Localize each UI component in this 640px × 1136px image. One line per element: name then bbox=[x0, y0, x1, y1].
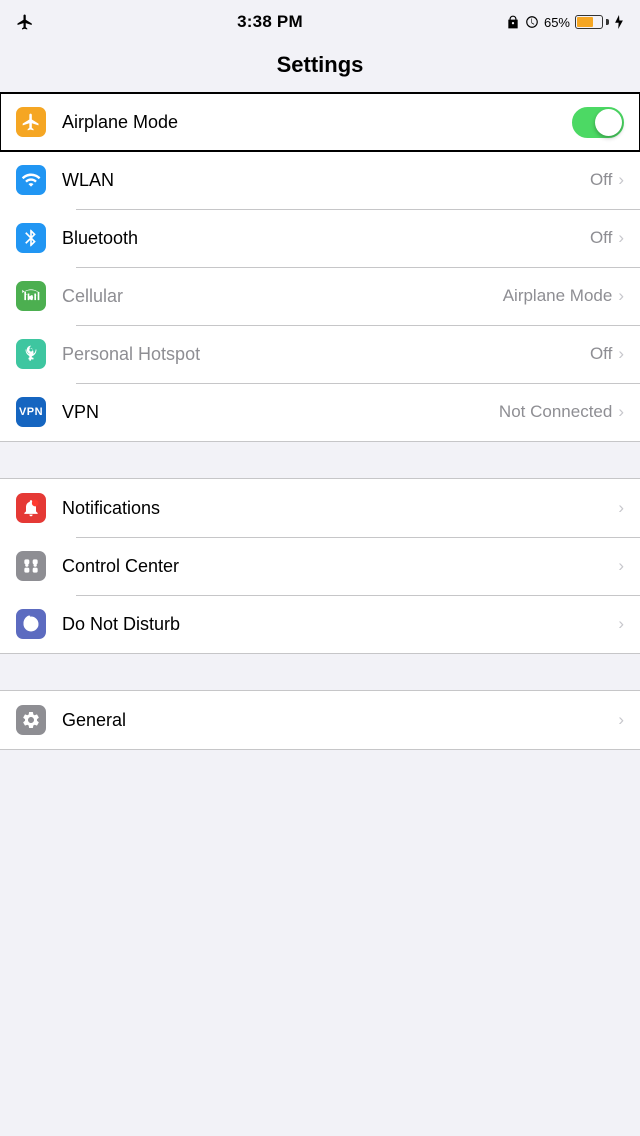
personal-hotspot-label: Personal Hotspot bbox=[62, 344, 590, 365]
bluetooth-icon bbox=[16, 223, 46, 253]
general-group: General › bbox=[0, 690, 640, 750]
personal-hotspot-chevron: › bbox=[618, 344, 624, 364]
group-gap-1 bbox=[0, 442, 640, 478]
notifications-row[interactable]: Notifications › bbox=[0, 479, 640, 537]
cellular-label: Cellular bbox=[62, 286, 503, 307]
cellular-chevron: › bbox=[618, 286, 624, 306]
bluetooth-value: Off bbox=[590, 228, 612, 248]
vpn-row[interactable]: VPN VPN Not Connected › bbox=[0, 383, 640, 441]
general-row[interactable]: General › bbox=[0, 691, 640, 749]
connectivity-group: Airplane Mode WLAN Off › Bluetooth Off › bbox=[0, 92, 640, 442]
vpn-label: VPN bbox=[62, 402, 499, 423]
page-title: Settings bbox=[0, 44, 640, 92]
personal-hotspot-value: Off bbox=[590, 344, 612, 364]
vpn-value: Not Connected bbox=[499, 402, 612, 422]
battery-tip bbox=[606, 19, 609, 25]
notifications-label: Notifications bbox=[62, 498, 618, 519]
cellular-row[interactable]: Cellular Airplane Mode › bbox=[0, 267, 640, 325]
do-not-disturb-icon bbox=[16, 609, 46, 639]
control-center-icon bbox=[16, 551, 46, 581]
airplane-mode-toggle[interactable] bbox=[572, 107, 624, 138]
toggle-thumb bbox=[595, 109, 622, 136]
airplane-status-icon bbox=[16, 13, 34, 31]
control-center-label: Control Center bbox=[62, 556, 618, 577]
group-gap-2 bbox=[0, 654, 640, 690]
vpn-icon: VPN bbox=[16, 397, 46, 427]
cellular-value: Airplane Mode bbox=[503, 286, 613, 306]
personal-hotspot-row[interactable]: Personal Hotspot Off › bbox=[0, 325, 640, 383]
wlan-label: WLAN bbox=[62, 170, 590, 191]
wlan-value: Off bbox=[590, 170, 612, 190]
vpn-text-label: VPN bbox=[19, 406, 43, 418]
do-not-disturb-label: Do Not Disturb bbox=[62, 614, 618, 635]
status-time: 3:38 PM bbox=[237, 12, 303, 32]
wlan-row[interactable]: WLAN Off › bbox=[0, 151, 640, 209]
airplane-mode-label: Airplane Mode bbox=[62, 112, 572, 133]
do-not-disturb-row[interactable]: Do Not Disturb › bbox=[0, 595, 640, 653]
alarm-icon bbox=[525, 15, 539, 29]
airplane-mode-icon bbox=[16, 107, 46, 137]
control-center-row[interactable]: Control Center › bbox=[0, 537, 640, 595]
notifications-chevron: › bbox=[618, 498, 624, 518]
battery-body bbox=[575, 15, 603, 29]
battery-indicator bbox=[575, 15, 609, 29]
airplane-mode-row[interactable]: Airplane Mode bbox=[0, 93, 640, 151]
status-right: 65% bbox=[506, 15, 624, 30]
battery-percent-text: 65% bbox=[544, 15, 570, 30]
lock-icon bbox=[506, 15, 520, 29]
vpn-chevron: › bbox=[618, 402, 624, 422]
status-left bbox=[16, 13, 34, 31]
control-center-chevron: › bbox=[618, 556, 624, 576]
wlan-icon bbox=[16, 165, 46, 195]
cellular-icon bbox=[16, 281, 46, 311]
wlan-chevron: › bbox=[618, 170, 624, 190]
charging-icon bbox=[614, 15, 624, 29]
battery-fill bbox=[577, 17, 593, 27]
general-icon bbox=[16, 705, 46, 735]
system-group: Notifications › Control Center › Do Not … bbox=[0, 478, 640, 654]
do-not-disturb-chevron: › bbox=[618, 614, 624, 634]
general-label: General bbox=[62, 710, 618, 731]
hotspot-icon bbox=[16, 339, 46, 369]
bluetooth-label: Bluetooth bbox=[62, 228, 590, 249]
bluetooth-chevron: › bbox=[618, 228, 624, 248]
status-bar: 3:38 PM 65% bbox=[0, 0, 640, 44]
general-chevron: › bbox=[618, 710, 624, 730]
bluetooth-row[interactable]: Bluetooth Off › bbox=[0, 209, 640, 267]
notifications-icon bbox=[16, 493, 46, 523]
